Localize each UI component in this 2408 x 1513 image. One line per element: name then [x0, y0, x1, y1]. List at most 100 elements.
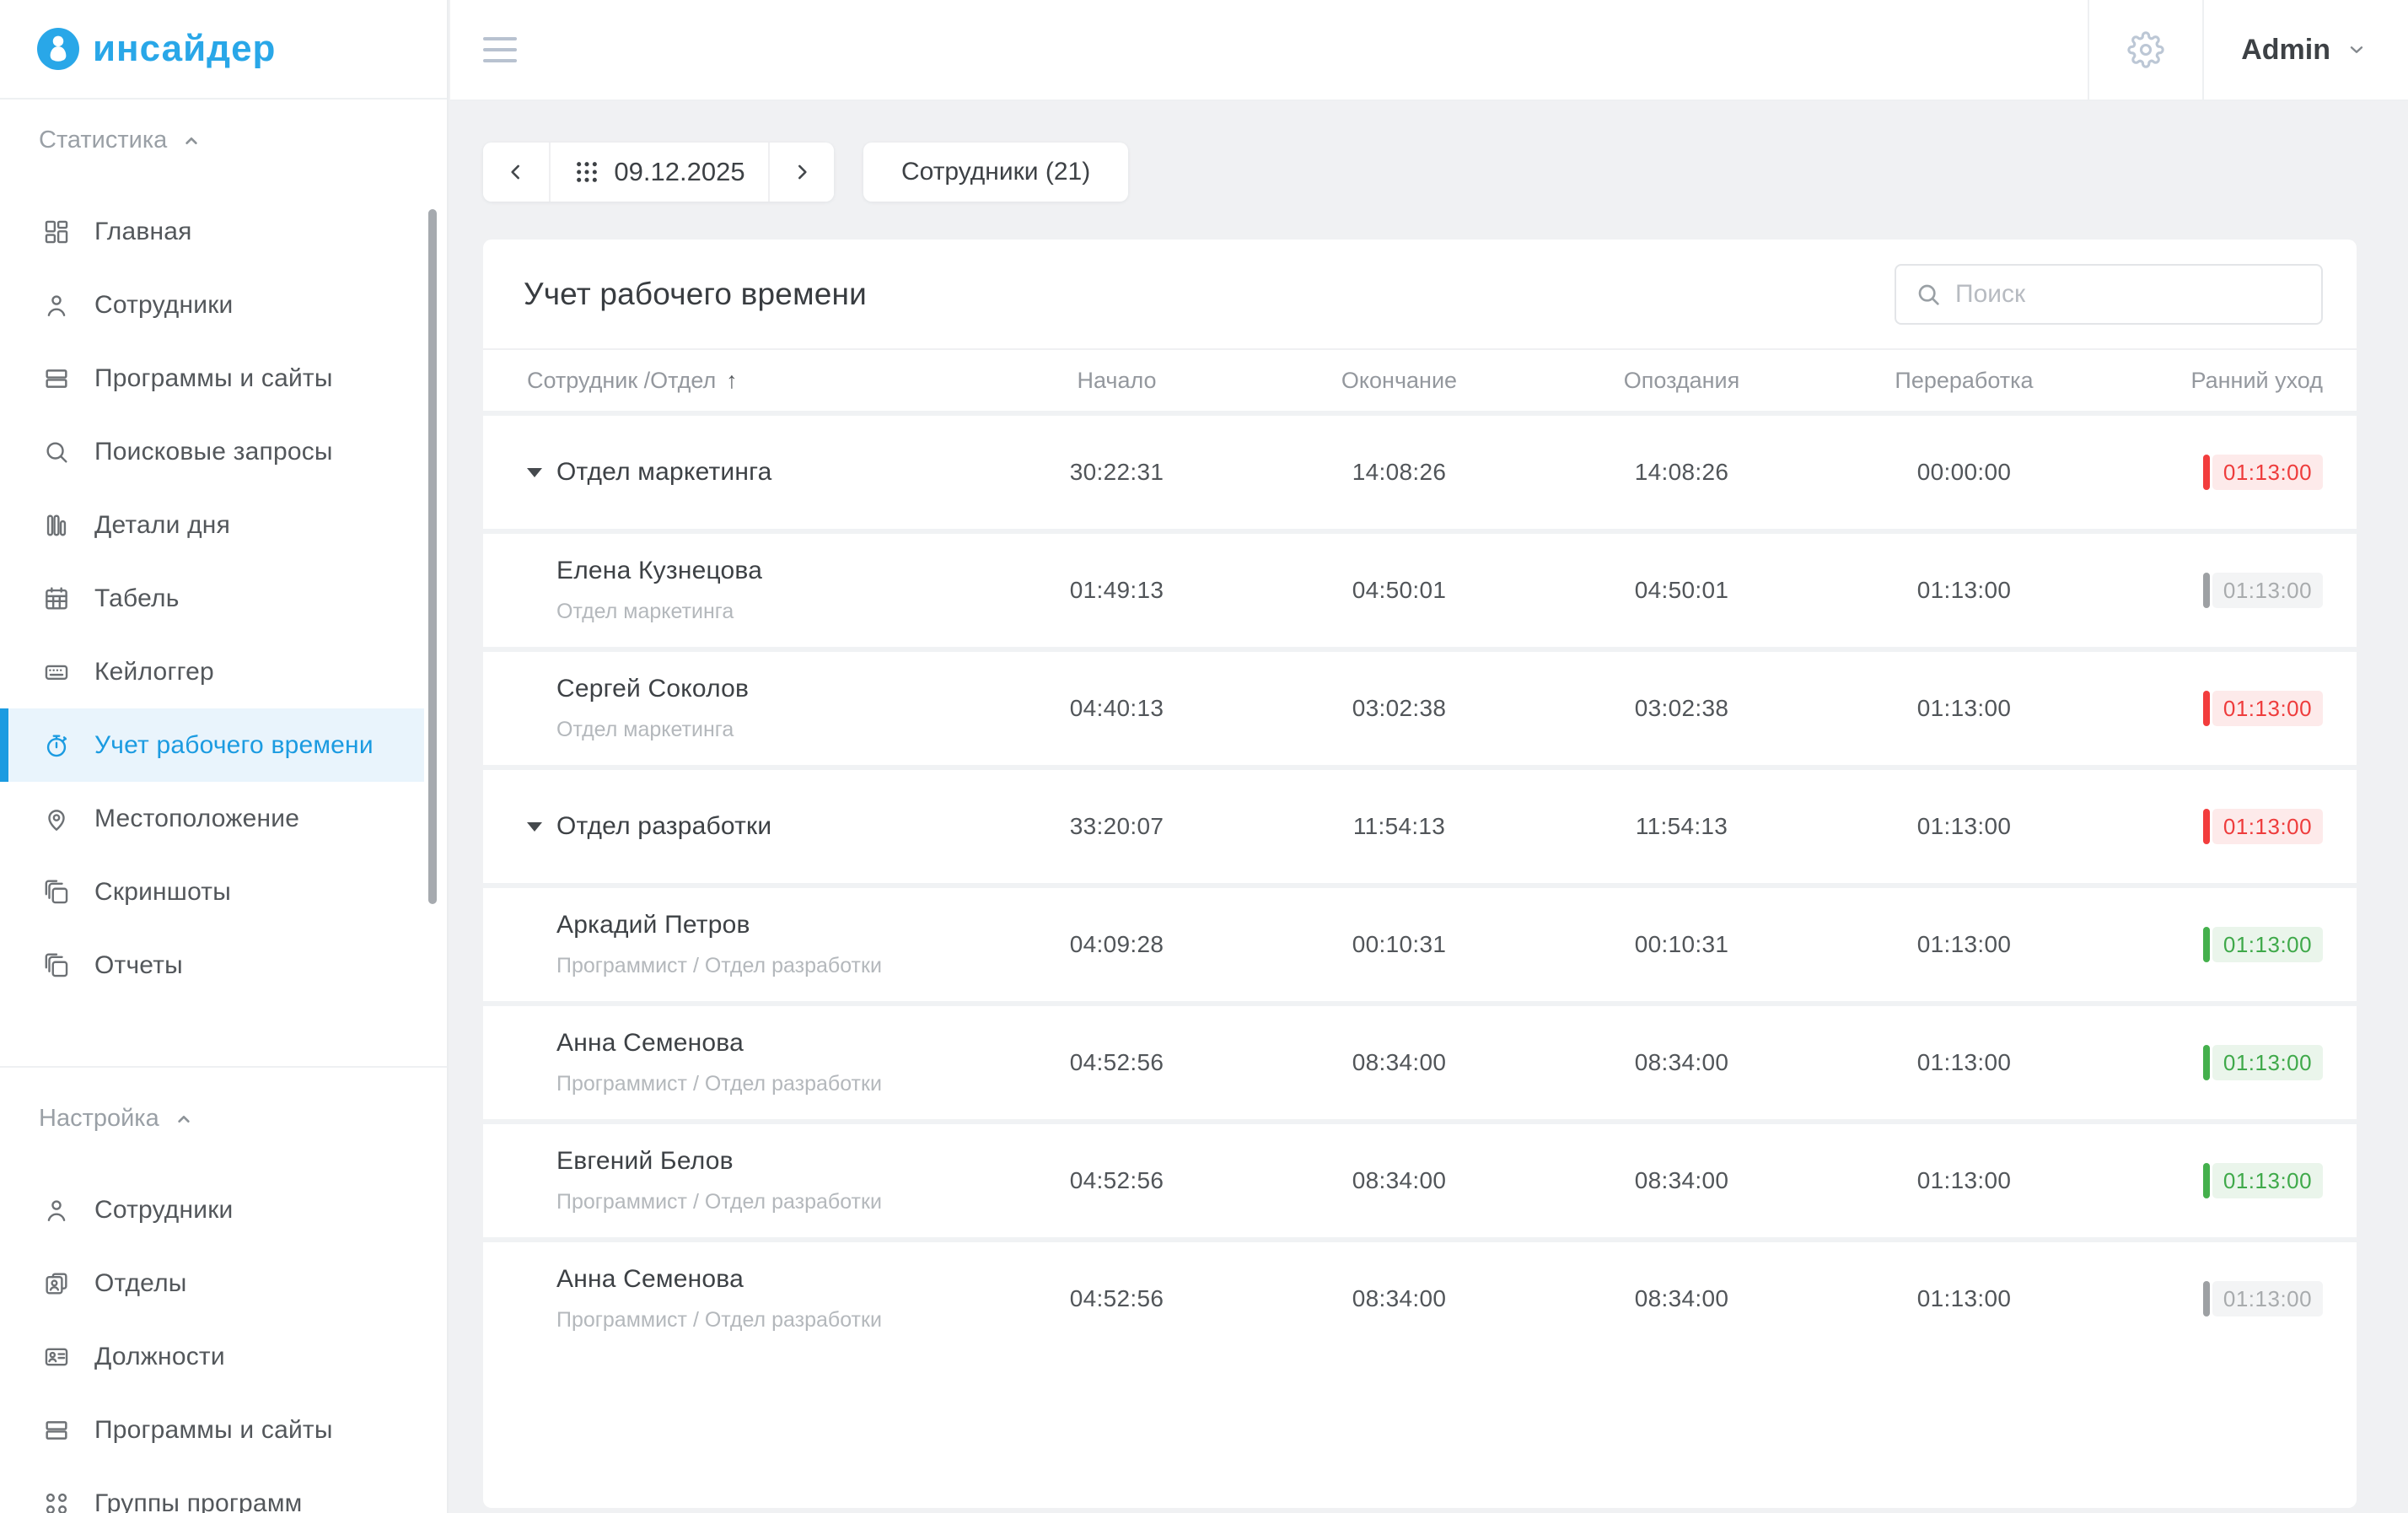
column-header-start[interactable]: Начало — [976, 368, 1258, 394]
sidebar-item-label: Кейлоггер — [94, 658, 214, 687]
badge-status-bar — [2203, 927, 2210, 962]
cell-overtime: 01:13:00 — [1823, 813, 2105, 840]
sidebar-item[interactable]: Отделы — [0, 1246, 424, 1320]
gear-icon — [2127, 31, 2164, 68]
badge-status-bar — [2203, 1045, 2210, 1080]
cell-late: 03:02:38 — [1540, 695, 1823, 722]
sidebar-item-label: Детали дня — [94, 511, 230, 540]
collapse-triangle-icon[interactable] — [527, 822, 542, 832]
search-icon — [42, 438, 71, 466]
sidebar-item[interactable]: Детали дня — [0, 488, 424, 562]
sidebar-item[interactable]: Отчеты — [0, 929, 424, 1002]
early-leave-badge: 01:13:00 — [2203, 927, 2323, 962]
sidebar-item[interactable]: Кейлоггер — [0, 635, 424, 708]
table-row[interactable]: Аркадий Петров Программист / Отдел разра… — [483, 883, 2357, 1001]
column-header-overtime[interactable]: Переработка — [1823, 368, 2105, 394]
admin-user-menu[interactable]: Admin — [2204, 34, 2408, 67]
sidebar-item-label: Учет рабочего времени — [94, 731, 374, 760]
pin-icon — [42, 805, 71, 833]
worktime-panel: Учет рабочего времени Сотрудник /Отдел ↑… — [483, 240, 2357, 1508]
sidebar-item[interactable]: Поисковые запросы — [0, 415, 424, 488]
chevron-right-icon — [791, 161, 813, 183]
sidebar-item[interactable]: Табель — [0, 562, 424, 635]
sidebar-item[interactable]: Главная — [0, 195, 424, 268]
sidebar-item-label: Сотрудники — [94, 1196, 234, 1225]
table-row[interactable]: Сергей Соколов Отдел маркетинга 04:40:13… — [483, 647, 2357, 765]
row-subtitle: Отдел маркетинга — [556, 718, 749, 742]
date-prev-button[interactable] — [483, 143, 549, 202]
badge-value: 01:13:00 — [2212, 809, 2323, 844]
rows-icon — [42, 364, 71, 393]
cell-late: 11:54:13 — [1540, 813, 1823, 840]
logo[interactable]: инсайдер — [0, 0, 447, 100]
panel-header: Учет рабочего времени — [483, 240, 2357, 350]
badge-value: 01:13:00 — [2212, 1045, 2323, 1080]
cell-start: 04:52:56 — [976, 1049, 1258, 1076]
cell-end: 14:08:26 — [1258, 459, 1540, 486]
sidebar-item[interactable]: Должности — [0, 1320, 424, 1393]
badge-status-bar — [2203, 1281, 2210, 1316]
employees-count-button[interactable]: Сотрудники (21) — [863, 143, 1128, 202]
cell-overtime: 01:13:00 — [1823, 1285, 2105, 1312]
date-picker-button[interactable]: 09.12.2025 — [549, 143, 770, 202]
settings-gear-button[interactable] — [2088, 0, 2204, 100]
sidebar-menu-settings: Сотрудники Отделы Должности Программы и … — [0, 1173, 447, 1513]
sidebar-item[interactable]: Сотрудники — [0, 1173, 424, 1246]
row-subtitle: Программист / Отдел разработки — [556, 1190, 882, 1214]
cell-overtime: 01:13:00 — [1823, 1167, 2105, 1194]
cell-late: 08:34:00 — [1540, 1285, 1823, 1312]
row-subtitle: Программист / Отдел разработки — [556, 1072, 882, 1096]
sidebar-item-label: Должности — [94, 1343, 225, 1371]
early-leave-badge: 01:13:00 — [2203, 1045, 2323, 1080]
sort-ascending-icon[interactable]: ↑ — [726, 368, 738, 394]
user-icon — [42, 291, 71, 320]
table-row[interactable]: Анна Семенова Программист / Отдел разраб… — [483, 1001, 2357, 1119]
badge-status-bar — [2203, 573, 2210, 608]
column-header-early-leave[interactable]: Ранний уход — [2105, 368, 2357, 394]
early-leave-badge: 01:13:00 — [2203, 691, 2323, 726]
cell-end: 03:02:38 — [1258, 695, 1540, 722]
column-header-late[interactable]: Опоздания — [1540, 368, 1823, 394]
insider-logo-icon — [37, 28, 79, 70]
sidebar-scrollbar[interactable] — [428, 209, 437, 904]
date-navigation: 09.12.2025 — [483, 143, 834, 202]
table-row[interactable]: Евгений Белов Программист / Отдел разраб… — [483, 1119, 2357, 1237]
sidebar-item[interactable]: Программы и сайты — [0, 1393, 424, 1467]
badge-value: 01:13:00 — [2212, 927, 2323, 962]
sidebar-item[interactable]: Программы и сайты — [0, 342, 424, 415]
date-next-button[interactable] — [770, 143, 834, 202]
sidebar-item[interactable]: Местоположение — [0, 782, 424, 855]
admin-label: Admin — [2241, 34, 2330, 67]
row-name: Анна Семенова — [556, 1265, 882, 1294]
table-row[interactable]: Отдел маркетинга 30:22:31 14:08:26 14:08… — [483, 411, 2357, 529]
table-row[interactable]: Анна Семенова Программист / Отдел разраб… — [483, 1237, 2357, 1355]
table-row[interactable]: Елена Кузнецова Отдел маркетинга 01:49:1… — [483, 529, 2357, 647]
early-leave-badge: 01:13:00 — [2203, 455, 2323, 490]
section-label: Статистика — [39, 127, 167, 154]
cell-start: 04:09:28 — [976, 931, 1258, 958]
cell-start: 01:49:13 — [976, 577, 1258, 604]
table-row[interactable]: Отдел разработки 33:20:07 11:54:13 11:54… — [483, 765, 2357, 883]
rows-icon — [42, 1416, 71, 1445]
sidebar-item[interactable]: Группы программ — [0, 1467, 424, 1513]
column-header-employee[interactable]: Сотрудник /Отдел — [527, 368, 716, 394]
column-header-end[interactable]: Окончание — [1258, 368, 1540, 394]
sidebar-item[interactable]: Учет рабочего времени — [0, 708, 424, 782]
row-name: Сергей Соколов — [556, 675, 749, 703]
row-name: Анна Семенова — [556, 1029, 882, 1058]
section-header-statistics[interactable]: Статистика — [39, 127, 408, 154]
collapse-triangle-icon[interactable] — [527, 468, 542, 477]
section-label: Настройка — [39, 1105, 159, 1133]
chevron-left-icon — [505, 161, 527, 183]
sidebar-item[interactable]: Сотрудники — [0, 268, 424, 342]
badge-status-bar — [2203, 455, 2210, 490]
menu-toggle-button[interactable] — [483, 37, 517, 62]
chevron-down-icon — [2346, 39, 2368, 61]
current-date: 09.12.2025 — [614, 157, 744, 187]
chevron-up-icon — [180, 130, 202, 152]
sidebar-item[interactable]: Скриншоты — [0, 855, 424, 929]
section-header-settings[interactable]: Настройка — [39, 1105, 408, 1133]
search-box[interactable] — [1895, 264, 2323, 325]
sidebar-item-label: Скриншоты — [94, 878, 231, 907]
search-input[interactable] — [1955, 280, 2303, 309]
